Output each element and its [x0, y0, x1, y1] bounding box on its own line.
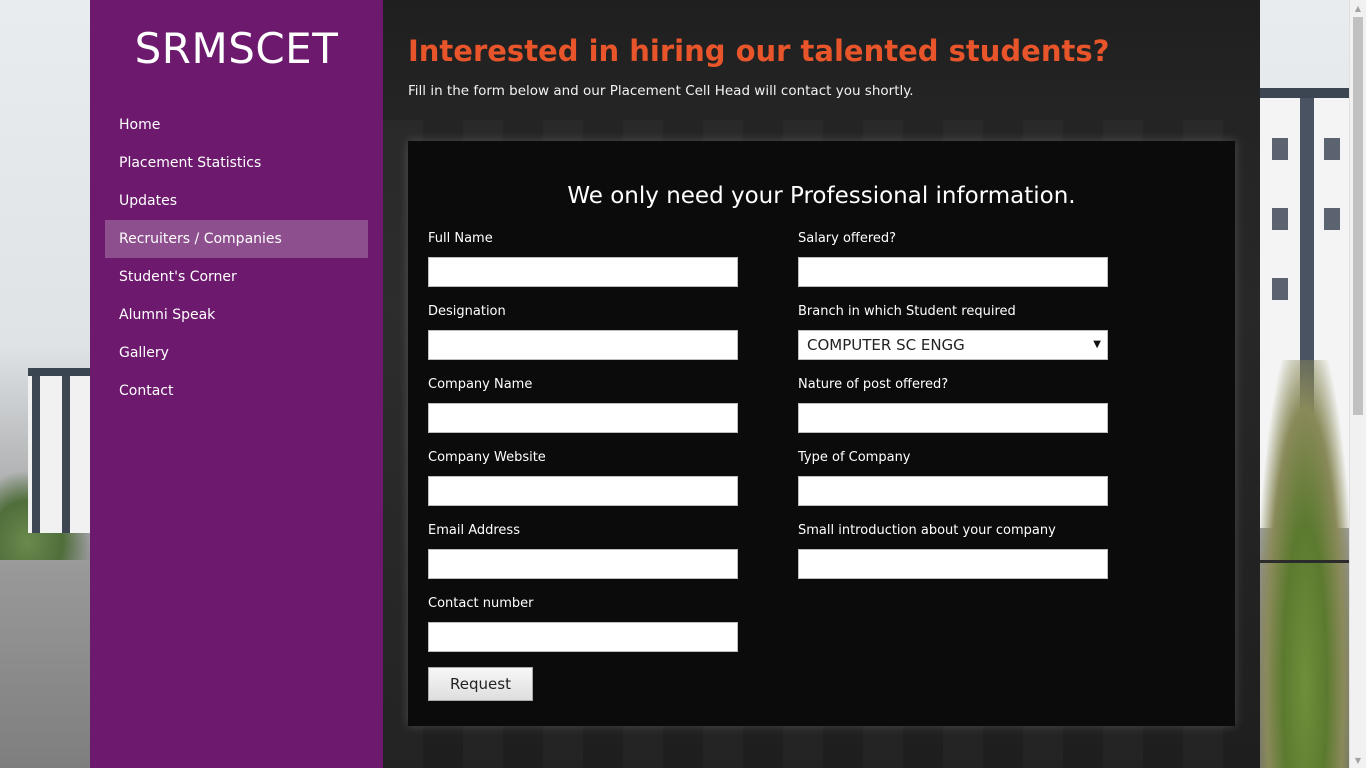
background-fence: [1260, 560, 1350, 630]
branch-select-value: COMPUTER SC ENGG: [807, 336, 965, 354]
nature-of-post-field[interactable]: [798, 403, 1108, 433]
email-field[interactable]: [428, 549, 738, 579]
main-content: Interested in hiring our talented studen…: [383, 0, 1260, 768]
designation-label: Designation: [428, 304, 506, 319]
sidebar-item-placement-statistics[interactable]: Placement Statistics: [105, 144, 368, 182]
building-window: [1272, 208, 1288, 230]
sidebar-item-home[interactable]: Home: [105, 106, 368, 144]
salary-offered-field[interactable]: [798, 257, 1108, 287]
designation-field[interactable]: [428, 330, 738, 360]
sidebar-item-students-corner[interactable]: Student's Corner: [105, 258, 368, 296]
page-headline: Interested in hiring our talented studen…: [408, 34, 1110, 68]
company-name-field[interactable]: [428, 403, 738, 433]
sidebar-item-updates[interactable]: Updates: [105, 182, 368, 220]
sidebar-item-recruiters-companies[interactable]: Recruiters / Companies: [105, 220, 368, 258]
email-address-label: Email Address: [428, 523, 520, 538]
form-title: We only need your Professional informati…: [567, 183, 1076, 209]
dropdown-arrow-icon: ▼: [1093, 339, 1101, 350]
building-window: [1324, 138, 1340, 160]
branch-select[interactable]: COMPUTER SC ENGG ▼: [798, 330, 1108, 360]
background-road: [0, 560, 90, 768]
scrollbar-thumb[interactable]: [1353, 17, 1363, 415]
sidebar-nav: Home Placement Statistics Updates Recrui…: [105, 106, 368, 410]
branch-label: Branch in which Student required: [798, 304, 1016, 319]
nature-of-post-label: Nature of post offered?: [798, 377, 949, 392]
contact-number-field[interactable]: [428, 622, 738, 652]
company-name-label: Company Name: [428, 377, 533, 392]
page-scrollbar[interactable]: ▲ ▼: [1349, 0, 1366, 768]
site-logo[interactable]: SRMSCET: [90, 24, 383, 73]
building-window: [1324, 208, 1340, 230]
building-column: [32, 376, 40, 533]
scroll-up-arrow-icon[interactable]: ▲: [1350, 0, 1366, 16]
company-intro-label: Small introduction about your company: [798, 523, 1056, 538]
sidebar-item-gallery[interactable]: Gallery: [105, 334, 368, 372]
type-of-company-label: Type of Company: [798, 450, 911, 465]
salary-offered-label: Salary offered?: [798, 231, 897, 246]
building-column: [62, 376, 70, 533]
company-website-field[interactable]: [428, 476, 738, 506]
sidebar-item-contact[interactable]: Contact: [105, 372, 368, 410]
sidebar-item-alumni-speak[interactable]: Alumni Speak: [105, 296, 368, 334]
page-subline: Fill in the form below and our Placement…: [408, 83, 914, 99]
full-name-field[interactable]: [428, 257, 738, 287]
sidebar: SRMSCET Home Placement Statistics Update…: [90, 0, 383, 768]
company-website-label: Company Website: [428, 450, 546, 465]
contact-number-label: Contact number: [428, 596, 534, 611]
request-button[interactable]: Request: [428, 667, 533, 701]
building-window: [1272, 138, 1288, 160]
building-window: [1272, 278, 1288, 300]
background-building-left: [28, 368, 90, 533]
full-name-label: Full Name: [428, 231, 493, 246]
recruiter-form: We only need your Professional informati…: [408, 141, 1235, 726]
scroll-down-arrow-icon[interactable]: ▼: [1350, 752, 1366, 768]
company-intro-field[interactable]: [798, 549, 1108, 579]
type-of-company-field[interactable]: [798, 476, 1108, 506]
